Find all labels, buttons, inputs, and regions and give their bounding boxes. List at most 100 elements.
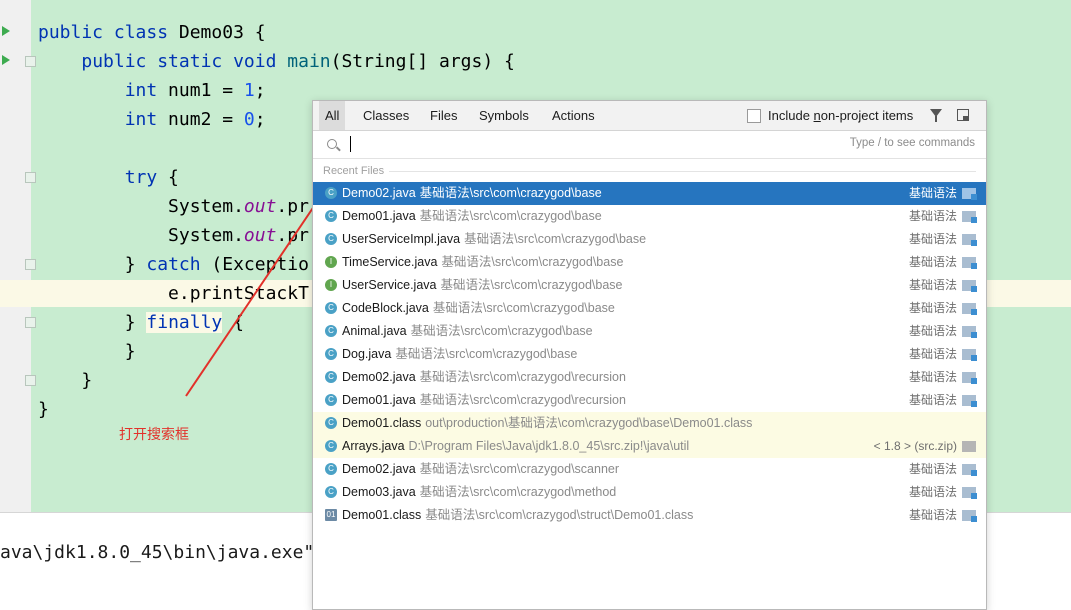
file-name: Animal.java 基础语法\src\com\crazygod\base (342, 320, 593, 343)
list-item[interactable]: C Dog.java 基础语法\src\com\crazygod\base 基础语法 (313, 343, 986, 366)
search-hint: Type / to see commands (849, 137, 975, 149)
class-run-icon: C (325, 486, 337, 498)
list-item[interactable]: C Demo01.java 基础语法\src\com\crazygod\base 基础… (313, 205, 986, 228)
class-icon: C (325, 325, 337, 337)
file-name: Dog.java 基础语法\src\com\crazygod\base (342, 343, 577, 366)
list-item[interactable]: I UserService.java 基础语法\src\com\crazygod\b… (313, 274, 986, 297)
file-name-text: UserServiceImpl.java (342, 232, 461, 246)
file-name: Demo01.java 基础语法\src\com\crazygod\base (342, 205, 602, 228)
list-item[interactable]: I TimeService.java 基础语法\src\com\crazygod\b… (313, 251, 986, 274)
module-icon (962, 487, 977, 499)
module-icon (962, 257, 977, 269)
file-name-text: Demo01.class (342, 416, 422, 430)
interface-icon: I (325, 279, 337, 291)
file-name-text: TimeService.java (342, 255, 438, 269)
module-icon (962, 510, 977, 522)
file-name: TimeService.java 基础语法\src\com\crazygod\ba… (342, 251, 623, 274)
file-path: 基础语法\src\com\crazygod\base (464, 232, 647, 246)
list-item[interactable]: C Animal.java 基础语法\src\com\crazygod\base 基础… (313, 320, 986, 343)
class-run-icon: C (325, 440, 337, 452)
list-item[interactable]: C Demo01.java 基础语法\src\com\crazygod\recurs… (313, 389, 986, 412)
list-item[interactable]: 01 Demo01.class 基础语法\src\com\crazygod\stru… (313, 504, 986, 527)
file-path: 基础语法\src\com\crazygod\base (419, 209, 602, 223)
module-name: 基础语法 (908, 370, 957, 384)
popup-tab-bar: All Classes Files Symbols Actions Includ… (313, 101, 986, 131)
module-name: 基础语法 (908, 301, 957, 315)
filter-icon[interactable] (930, 109, 942, 122)
file-name: UserService.java 基础语法\src\com\crazygod\ba… (342, 274, 622, 297)
file-path: 基础语法\src\com\crazygod\recursion (419, 393, 626, 407)
results-list: C Demo02.java 基础语法\src\com\crazygod\base 基础… (313, 182, 986, 527)
tab-actions[interactable]: Actions (546, 101, 601, 130)
file-name: Demo02.java 基础语法\src\com\crazygod\recursi… (342, 366, 626, 389)
list-item[interactable]: C Demo02.java 基础语法\src\com\crazygod\recurs… (313, 366, 986, 389)
module-name: 基础语法 (908, 324, 957, 338)
open-in-window-icon[interactable] (957, 109, 969, 121)
module-icon (962, 303, 977, 315)
file-name-text: Demo02.java (342, 462, 416, 476)
module-icon (962, 326, 977, 338)
file-name-text: Demo01.java (342, 393, 416, 407)
include-non-project-checkbox[interactable]: Include non-project items (747, 107, 913, 124)
class-run-icon: C (325, 371, 337, 383)
file-name-text: Demo01.java (342, 209, 416, 223)
module-icon (962, 372, 977, 384)
class-run-icon: C (325, 210, 337, 222)
list-item[interactable]: C Demo03.java 基础语法\src\com\crazygod\method… (313, 481, 986, 504)
file-name: Demo01.class 基础语法\src\com\crazygod\struct… (342, 504, 693, 527)
file-name: Demo01.java 基础语法\src\com\crazygod\recursi… (342, 389, 626, 412)
file-name-text: CodeBlock.java (342, 301, 429, 315)
list-item[interactable]: C Demo02.java 基础语法\src\com\crazygod\scanne… (313, 458, 986, 481)
file-name-text: Demo02.java (342, 186, 416, 200)
module-name: 基础语法 (908, 255, 957, 269)
class-run-icon: C (325, 394, 337, 406)
tab-symbols[interactable]: Symbols (473, 101, 535, 130)
list-item[interactable]: C UserServiceImpl.java 基础语法\src\com\crazyg… (313, 228, 986, 251)
file-name: Demo02.java 基础语法\src\com\crazygod\scanner (342, 458, 619, 481)
file-path: 基础语法\src\com\crazygod\struct\Demo01.clas… (425, 508, 694, 522)
search-icon (327, 139, 337, 149)
library-icon (962, 441, 976, 452)
tab-all[interactable]: All (319, 101, 346, 130)
annotation-label: 打开搜索框 (119, 427, 189, 443)
binary-class-icon: 01 (325, 509, 337, 521)
class-run-icon: C (325, 463, 337, 475)
module-icon (962, 280, 977, 292)
module-name: 基础语法 (908, 232, 957, 246)
file-name-text: Arrays.java (342, 439, 405, 453)
class-icon: C (325, 417, 337, 429)
file-name-text: Demo03.java (342, 485, 416, 499)
list-item[interactable]: C Arrays.java D:\Program Files\Java\jdk1.8… (313, 435, 986, 458)
file-name: Arrays.java D:\Program Files\Java\jdk1.8.… (342, 435, 689, 458)
module-name: 基础语法 (908, 347, 957, 361)
section-header: Recent Files (313, 159, 986, 182)
class-icon: C (325, 233, 337, 245)
file-path: 基础语法\src\com\crazygod\base (395, 347, 578, 361)
include-label: Include non-project items (768, 108, 914, 123)
module-name: 基础语法 (908, 209, 957, 223)
search-input[interactable] (347, 134, 827, 154)
file-name: Demo02.java 基础语法\src\com\crazygod\base (342, 182, 602, 205)
file-path: 基础语法\src\com\crazygod\base (441, 255, 624, 269)
list-item[interactable]: C CodeBlock.java 基础语法\src\com\crazygod\bas… (313, 297, 986, 320)
file-path: 基础语法\src\com\crazygod\base (419, 186, 602, 200)
file-path: 基础语法\src\com\crazygod\base (432, 301, 615, 315)
module-name: 基础语法 (908, 393, 957, 407)
file-path: 基础语法\src\com\crazygod\method (419, 485, 617, 499)
tab-files[interactable]: Files (424, 101, 463, 130)
file-path: D:\Program Files\Java\jdk1.8.0_45\src.zi… (408, 439, 690, 453)
file-path: 基础语法\src\com\crazygod\recursion (419, 370, 626, 384)
module-name: 基础语法 (908, 508, 957, 522)
file-name: Demo01.class out\production\基础语法\com\craz… (342, 412, 752, 435)
file-name-text: Demo02.java (342, 370, 416, 384)
tab-classes[interactable]: Classes (357, 101, 415, 130)
module-name: 基础语法 (908, 462, 957, 476)
file-name-text: Demo01.class (342, 508, 422, 522)
search-row: Type / to see commands (313, 131, 986, 159)
checkbox-box[interactable] (747, 108, 761, 123)
list-item[interactable]: C Demo01.class out\production\基础语法\com\cra… (313, 412, 986, 435)
module-icon (962, 395, 977, 407)
module-icon (962, 349, 977, 361)
list-item[interactable]: C Demo02.java 基础语法\src\com\crazygod\base 基础… (313, 182, 986, 205)
file-path: out\production\基础语法\com\crazygod\base\De… (425, 416, 753, 430)
